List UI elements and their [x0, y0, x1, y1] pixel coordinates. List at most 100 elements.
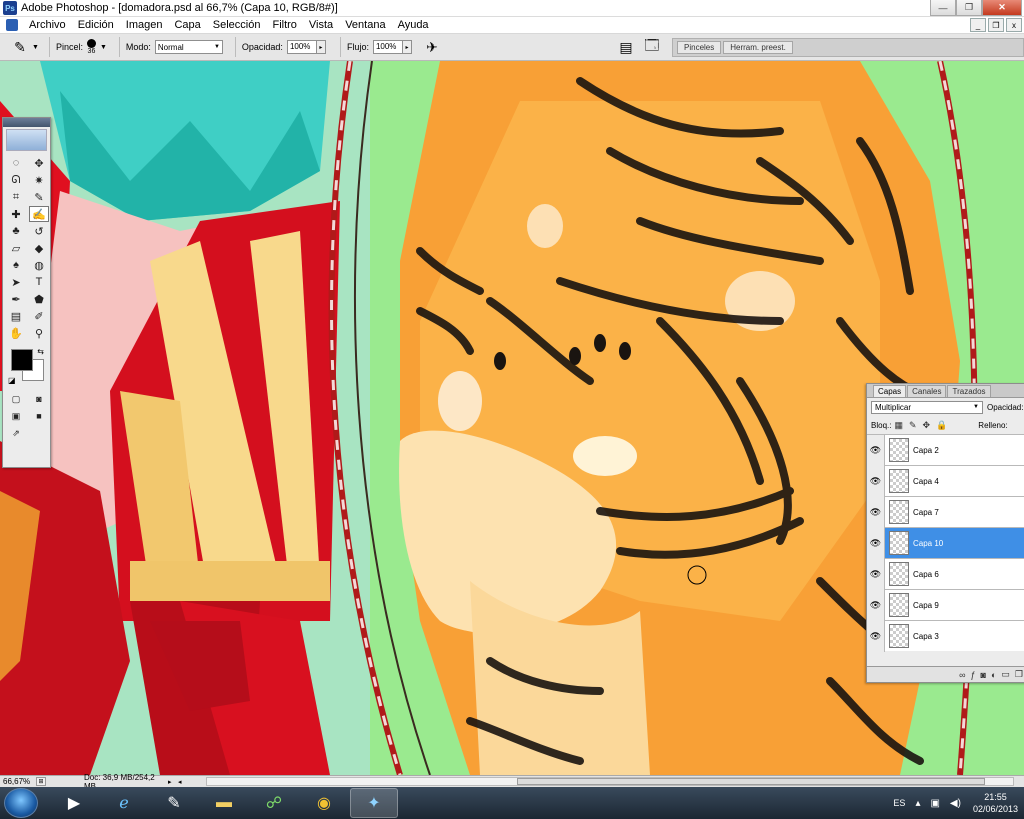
visibility-eye-icon[interactable]: 👁 [867, 496, 885, 528]
mode-select[interactable]: Normal ▼ [154, 40, 223, 54]
tools-panel-header[interactable] [3, 118, 50, 127]
blur-tool-icon[interactable]: ♠ [6, 257, 26, 273]
flow-slider-arrow-icon[interactable]: ▸ [402, 40, 412, 54]
network-icon[interactable]: ☍ [250, 788, 298, 818]
file-explorer-icon[interactable]: ▬ [200, 788, 248, 818]
clock[interactable]: 21:55 02/06/2013 [973, 791, 1018, 815]
zoom-tool-icon[interactable]: ⚲ [29, 325, 49, 341]
menu-archivo[interactable]: Archivo [23, 19, 72, 31]
scrollbar-thumb[interactable] [517, 778, 985, 785]
file-browser-icon[interactable]: 🗔 [640, 37, 664, 57]
paint-icon[interactable]: ✎ [150, 788, 198, 818]
palette-toggle-icon[interactable]: ▤ [614, 37, 638, 57]
lock-position-icon[interactable]: ✥ [923, 420, 931, 431]
hand-tool-icon[interactable]: ✋ [6, 325, 26, 341]
layer-row[interactable]: 👁 Capa 4 [867, 465, 1024, 497]
chrome-icon[interactable]: ◉ [300, 788, 348, 818]
adjustment-layer-icon[interactable]: ◐ [991, 670, 996, 680]
pen-tool-icon[interactable]: ✒ [6, 291, 26, 307]
shape-tool-icon[interactable]: ⬟ [29, 291, 49, 307]
scroll-left-icon[interactable]: ◂ [178, 778, 188, 786]
close-button[interactable]: ✕ [982, 0, 1022, 16]
menu-imagen[interactable]: Imagen [120, 19, 169, 31]
minimize-button[interactable]: — [930, 0, 956, 16]
language-indicator[interactable]: ES [893, 798, 905, 808]
brush-picker-arrow-icon[interactable]: ▼ [100, 44, 107, 51]
tab-canales[interactable]: Canales [907, 385, 947, 397]
foreground-color-swatch[interactable] [11, 349, 33, 371]
menu-vista[interactable]: Vista [303, 19, 339, 31]
network-status-icon[interactable]: ▣ [930, 798, 939, 809]
well-tab-pinceles[interactable]: Pinceles [677, 41, 722, 54]
quick-mask-icon[interactable]: ◙ [29, 391, 49, 407]
layer-style-icon[interactable]: ƒ [971, 670, 976, 680]
standard-mode-icon[interactable]: ▢ [6, 391, 26, 407]
lasso-tool-icon[interactable]: ᘏ [6, 172, 26, 188]
layer-row[interactable]: 👁 Capa 2 [867, 434, 1024, 466]
well-tab-herram-preest[interactable]: Herram. preest. [723, 41, 793, 54]
lock-transparency-icon[interactable]: ▦ [894, 420, 903, 431]
eraser-tool-icon[interactable]: ▱ [6, 240, 26, 256]
show-hidden-icons-icon[interactable]: ▴ [915, 798, 920, 809]
blend-mode-select[interactable]: Multiplicar ▼ [871, 400, 983, 414]
visibility-eye-icon[interactable]: 👁 [867, 465, 885, 497]
lock-pixels-icon[interactable]: ✎ [909, 420, 917, 431]
color-sampler-tool-icon[interactable]: ✐ [29, 308, 49, 324]
new-layer-icon[interactable]: ❐ [1015, 669, 1023, 680]
layer-row[interactable]: 👁 Capa 7 [867, 496, 1024, 528]
layer-row[interactable]: 👁 Capa 9 [867, 589, 1024, 621]
menu-edicion[interactable]: Edición [72, 19, 120, 31]
opacity-slider-arrow-icon[interactable]: ▸ [316, 40, 326, 54]
status-menu-arrow-icon[interactable]: ▸ [168, 778, 178, 786]
visibility-eye-icon[interactable]: 👁 [867, 434, 885, 466]
bucket-tool-icon[interactable]: ◆ [29, 240, 49, 256]
stamp-tool-icon[interactable]: ♣ [6, 223, 26, 239]
lock-all-icon[interactable]: 🔒 [936, 420, 947, 431]
link-layers-icon[interactable]: ∞ [959, 670, 965, 680]
notes-tool-icon[interactable]: ▤ [6, 308, 26, 324]
layer-row[interactable]: 👁 Capa 6 [867, 558, 1024, 590]
zoom-field[interactable]: 66,67% [0, 777, 32, 786]
dodge-tool-icon[interactable]: ◍ [29, 257, 49, 273]
layer-row[interactable]: 👁 Capa 10 [867, 527, 1024, 559]
visibility-eye-icon[interactable]: 👁 [867, 620, 885, 652]
marquee-tool-icon[interactable]: ◌ [6, 155, 26, 171]
magic-wand-tool-icon[interactable]: ✷ [29, 172, 49, 188]
eyedropper-tool-icon[interactable]: ✎ [29, 189, 49, 205]
tab-trazados[interactable]: Trazados [947, 385, 991, 397]
opacity-field[interactable]: 100% [286, 40, 317, 54]
adobe-feather-logo[interactable] [6, 129, 47, 151]
document-icon[interactable] [6, 19, 18, 31]
path-select-tool-icon[interactable]: ➤ [6, 274, 26, 290]
jump-to-imageready-icon[interactable]: ⇗ [6, 425, 26, 441]
airbrush-icon[interactable]: ✈ [420, 37, 444, 57]
new-group-icon[interactable]: ▭ [1001, 669, 1010, 680]
visibility-eye-icon[interactable]: 👁 [867, 527, 885, 559]
doc-restore-button[interactable]: ❐ [988, 18, 1004, 32]
horizontal-scrollbar[interactable] [206, 777, 1014, 786]
menu-ayuda[interactable]: Ayuda [392, 19, 435, 31]
internet-explorer-icon[interactable]: ℯ [100, 788, 148, 818]
default-colors-icon[interactable]: ◪ [8, 376, 16, 385]
swap-colors-icon[interactable]: ⇆ [37, 347, 44, 356]
crop-tool-icon[interactable]: ⌗ [6, 189, 26, 205]
history-brush-tool-icon[interactable]: ↺ [29, 223, 49, 239]
brush-tool-icon[interactable]: ✍ [29, 206, 49, 222]
layer-row[interactable]: 👁 Capa 3 [867, 620, 1024, 652]
doc-minimize-button[interactable]: _ [970, 18, 986, 32]
menu-seleccion[interactable]: Selección [207, 19, 267, 31]
fullscreen-mode-icon[interactable]: ■ [29, 408, 49, 424]
screen-mode-icon[interactable]: ▣ [6, 408, 26, 424]
tab-capas[interactable]: Capas [873, 385, 907, 397]
menu-capa[interactable]: Capa [168, 19, 206, 31]
healing-tool-icon[interactable]: ✚ [6, 206, 26, 222]
brush-picker[interactable]: 36 [86, 39, 96, 55]
brush-preset-icon[interactable]: ✎ [8, 37, 32, 57]
menu-filtro[interactable]: Filtro [266, 19, 302, 31]
move-tool-icon[interactable]: ✥ [29, 155, 49, 171]
type-tool-icon[interactable]: T [29, 274, 49, 290]
brush-preset-arrow-icon[interactable]: ▼ [32, 44, 39, 51]
photoshop-icon[interactable]: ✦ [350, 788, 398, 818]
start-button[interactable] [4, 788, 38, 818]
menu-ventana[interactable]: Ventana [339, 19, 391, 31]
